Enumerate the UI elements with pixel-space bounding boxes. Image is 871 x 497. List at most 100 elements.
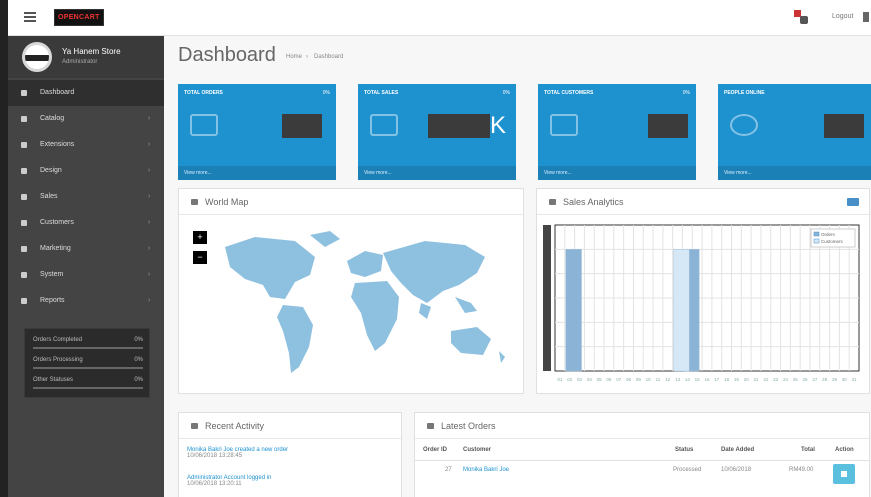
order-stats-panel: Orders Completed 0% Orders Processing 0%… <box>24 328 150 398</box>
column-header[interactable]: Customer <box>463 447 491 453</box>
sidebar-item-reports[interactable]: Reports › <box>8 288 164 314</box>
x-tick-label: 19 <box>734 377 740 382</box>
column-header[interactable]: Total <box>801 447 815 453</box>
x-tick-label: 06 <box>606 377 612 382</box>
redacted-value <box>648 114 688 138</box>
logout-icon[interactable] <box>863 12 869 22</box>
tile-title: TOTAL CUSTOMERS <box>544 90 594 96</box>
sidebar-item-extensions[interactable]: Extensions › <box>8 132 164 158</box>
calendar-dropdown-icon[interactable] <box>847 198 859 206</box>
eye-icon <box>730 114 758 136</box>
x-tick-label: 15 <box>695 377 701 382</box>
column-header[interactable]: Order ID <box>423 447 447 453</box>
user-icon <box>21 220 27 226</box>
chevron-right-icon: › <box>148 141 151 148</box>
desktop-icon <box>21 168 27 174</box>
column-header[interactable]: Action <box>835 447 854 453</box>
order-date: 10/06/2018 <box>721 467 752 473</box>
x-tick-label: 26 <box>803 377 809 382</box>
tile-percent: 0% <box>682 90 690 96</box>
column-header[interactable]: Status <box>675 447 693 453</box>
stat-value: 0% <box>134 377 143 383</box>
activity-time: 10/06/2018 13:28:45 <box>187 453 243 459</box>
order-total: RM49.00 <box>789 467 814 473</box>
sidebar-item-marketing[interactable]: Marketing › <box>8 236 164 262</box>
x-tick-label: 05 <box>597 377 603 382</box>
column-header[interactable]: Date Added <box>721 447 754 453</box>
x-tick-label: 18 <box>724 377 730 382</box>
cart-icon <box>21 194 27 200</box>
tile-title: TOTAL ORDERS <box>184 90 223 96</box>
profile-panel[interactable]: Ya Hanem Store Administrator <box>8 36 164 78</box>
x-tick-label: 12 <box>665 377 671 382</box>
redacted-value <box>428 114 490 138</box>
view-order-button[interactable] <box>833 464 855 484</box>
chevron-right-icon: › <box>148 297 151 304</box>
panel-header: Recent Activity <box>179 413 401 439</box>
map-zoom-out-button[interactable]: − <box>193 251 207 264</box>
stat-value: 0% <box>134 337 143 343</box>
sidebar-item-design[interactable]: Design › <box>8 158 164 184</box>
activity-item: Administrator Account logged in 10/06/20… <box>187 475 271 487</box>
globe-icon <box>191 199 198 205</box>
x-tick-label: 07 <box>616 377 622 382</box>
sidebar-item-label: Extensions <box>40 141 75 148</box>
chevron-right-icon: › <box>148 271 151 278</box>
progress-bar <box>33 347 143 349</box>
sidebar-item-catalog[interactable]: Catalog › <box>8 106 164 132</box>
tile-view-more-link[interactable]: View more... <box>358 166 516 180</box>
legend-swatch <box>813 238 820 244</box>
stat-label: Orders Completed <box>33 337 83 343</box>
logout-link[interactable]: Logout <box>832 13 853 20</box>
latest-orders-panel: Latest Orders Order ID Customer Status D… <box>414 412 870 497</box>
sidebar-item-label: Sales <box>40 193 58 200</box>
brand-logo[interactable]: OPENCART <box>54 9 104 26</box>
panel-header: Latest Orders <box>415 413 869 439</box>
stat-label: Orders Processing <box>33 357 83 363</box>
x-tick-label: 13 <box>675 377 681 382</box>
store-role: Administrator <box>62 59 98 65</box>
tag-icon <box>21 116 27 122</box>
menu-toggle-icon[interactable] <box>24 12 36 22</box>
tile-view-more-link[interactable]: View more... <box>538 166 696 180</box>
x-tick-label: 29 <box>832 377 838 382</box>
sidebar-item-system[interactable]: System › <box>8 262 164 288</box>
activity-item: Monika Bakri Joe created a new order 10/… <box>187 447 288 459</box>
sidebar-item-sales[interactable]: Sales › <box>8 184 164 210</box>
x-tick-label: 09 <box>636 377 642 382</box>
map-zoom-in-button[interactable]: + <box>193 231 207 244</box>
activity-time: 10/06/2018 13:20:11 <box>187 481 242 487</box>
orders-table-header: Order ID Customer Status Date Added Tota… <box>415 441 869 461</box>
sales-chart: 01 02 03 04 05 06 07 08 09 10 11 12 13 14 15 16 17 18 19 20… <box>543 224 860 382</box>
world-map[interactable] <box>215 227 515 387</box>
sidebar-item-dashboard[interactable]: Dashboard <box>8 80 164 106</box>
x-tick-label: 11 <box>656 377 661 382</box>
breadcrumb-home[interactable]: Home <box>286 54 302 60</box>
stat-orders-completed: Orders Completed 0% <box>33 337 143 351</box>
sidebar-item-customers[interactable]: Customers › <box>8 210 164 236</box>
tile-title: PEOPLE ONLINE <box>724 90 765 96</box>
bar-orders-02 <box>565 249 582 372</box>
tile-total-sales: TOTAL SALES 0% K View more... <box>358 84 516 180</box>
x-tick-label: 08 <box>626 377 632 382</box>
stat-other-statuses: Other Statuses 0% <box>33 377 143 391</box>
tile-view-more-link[interactable]: View more... <box>178 166 336 180</box>
shopping-cart-icon <box>190 114 218 136</box>
x-tick-label: 02 <box>567 377 573 382</box>
x-tick-label: 03 <box>577 377 583 382</box>
tile-view-more-link[interactable]: View more... <box>718 166 871 180</box>
chevron-right-icon: › <box>148 115 151 122</box>
chevron-right-icon: › <box>148 219 151 226</box>
breadcrumb-current[interactable]: Dashboard <box>314 54 343 60</box>
notifications-icon[interactable] <box>794 10 808 24</box>
x-tick-label: 21 <box>754 377 760 382</box>
app-window: OPENCART Logout Ya Hanem Store Administr… <box>8 0 871 497</box>
page-title: Dashboard <box>178 44 276 66</box>
tile-total-orders: TOTAL ORDERS 0% View more... <box>178 84 336 180</box>
user-icon <box>550 114 578 136</box>
x-tick-label: 31 <box>852 377 858 382</box>
top-bar: OPENCART Logout <box>8 0 871 36</box>
cog-icon <box>21 272 27 278</box>
stat-orders-processing: Orders Processing 0% <box>33 357 143 371</box>
progress-bar <box>33 387 143 389</box>
